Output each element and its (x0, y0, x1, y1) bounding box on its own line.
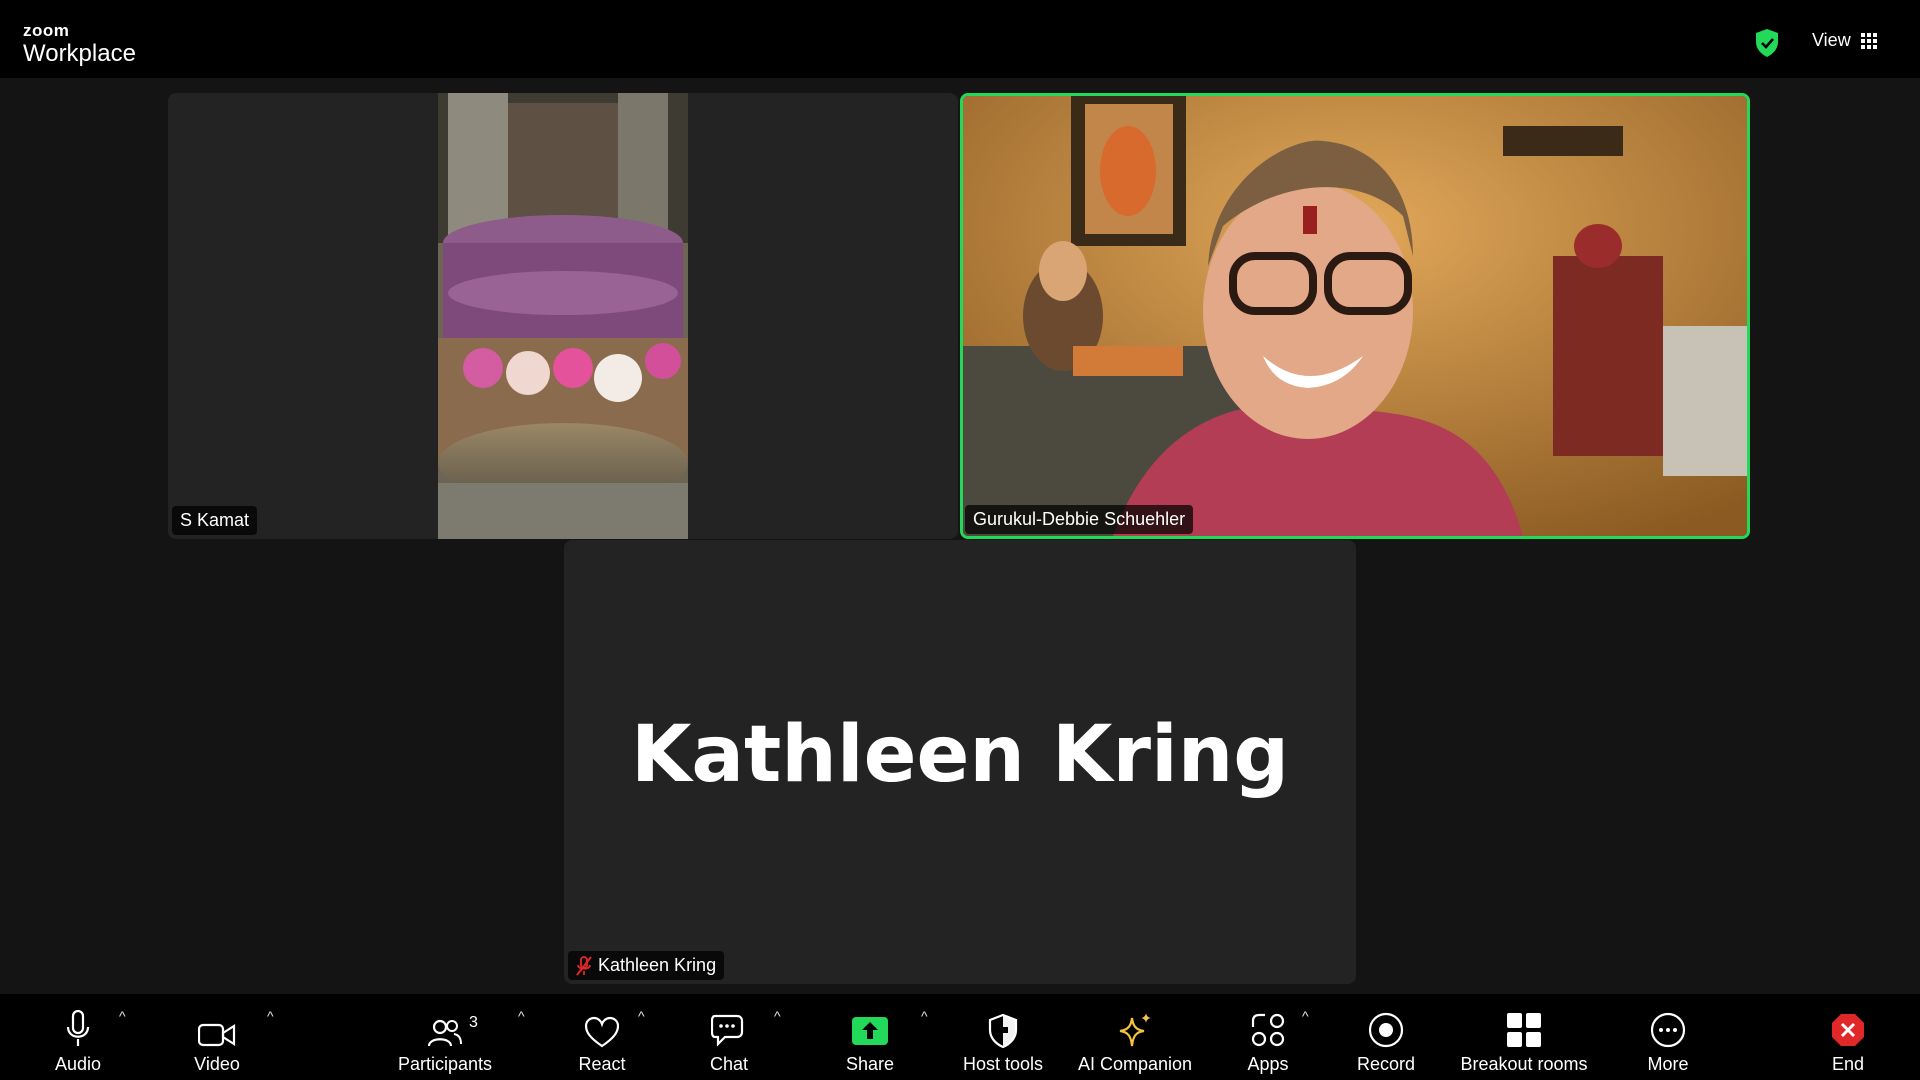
logo-big-text: Workplace (23, 40, 136, 67)
breakout-rooms-label: Breakout rooms (1460, 1054, 1588, 1074)
host-tools-button[interactable]: Host tools (958, 994, 1048, 1080)
chat-label: Chat (709, 1054, 749, 1074)
muted-mic-icon (576, 955, 592, 976)
end-label: End (1831, 1054, 1865, 1074)
ai-sparkle-icon (1119, 1013, 1151, 1047)
host-tools-label: Host tools (962, 1054, 1044, 1074)
record-button[interactable]: Record (1350, 994, 1422, 1080)
participants-count: 3 (469, 1014, 478, 1031)
participants-options-caret-icon[interactable]: ^ (518, 1008, 525, 1024)
audio-options-caret-icon[interactable]: ^ (119, 1008, 126, 1024)
share-options-caret-icon[interactable]: ^ (921, 1008, 928, 1024)
more-options-icon (1650, 1012, 1686, 1048)
participant-name: S Kamat (180, 510, 250, 530)
participant-name: Kathleen Kring (598, 955, 717, 975)
video-label: Video (194, 1054, 240, 1074)
video-options-caret-icon[interactable]: ^ (267, 1008, 274, 1024)
chat-bubble-icon (711, 1014, 744, 1047)
heart-icon (584, 1016, 620, 1048)
apps-button[interactable]: Apps (1240, 994, 1296, 1080)
video-camera-icon (198, 1023, 236, 1047)
record-icon (1368, 1012, 1404, 1048)
debbie-video (963, 96, 1747, 536)
security-shield-icon[interactable] (1754, 28, 1780, 58)
participant-name: Gurukul-Debbie Schuehler (973, 509, 1186, 529)
participant-name-tag: S Kamat (172, 506, 258, 535)
ai-companion-button[interactable]: AI Companion (1072, 994, 1198, 1080)
apps-label: Apps (1247, 1054, 1289, 1074)
record-label: Record (1356, 1054, 1416, 1074)
chat-options-caret-icon[interactable]: ^ (774, 1008, 781, 1024)
share-label: Share (845, 1054, 895, 1074)
end-close-icon (1832, 1014, 1864, 1046)
breakout-rooms-button[interactable]: Breakout rooms (1454, 994, 1594, 1080)
host-tools-shield-icon (988, 1014, 1018, 1048)
apps-options-caret-icon[interactable]: ^ (1302, 1008, 1309, 1024)
chat-button[interactable]: Chat (700, 994, 758, 1080)
participants-label: Participants (397, 1054, 493, 1074)
react-label: React (578, 1054, 626, 1074)
microphone-icon (66, 1010, 90, 1046)
apps-icon (1251, 1013, 1285, 1047)
video-tile-kathleen-kring[interactable]: Kathleen Kring Kathleen Kring (564, 540, 1356, 984)
react-button[interactable]: React (570, 994, 634, 1080)
grid-view-icon (1860, 32, 1877, 49)
video-button[interactable]: Video (180, 994, 254, 1080)
share-button[interactable]: Share (836, 994, 904, 1080)
view-button[interactable]: View (1812, 30, 1877, 51)
logo-small-text: zoom (23, 21, 70, 40)
audio-button[interactable]: Audio (42, 994, 114, 1080)
participants-button[interactable]: Participants (390, 994, 500, 1080)
view-label: View (1812, 30, 1851, 50)
meeting-toolbar: Audio ^ Video ^ Participants 3 ^ React ^… (0, 994, 1920, 1080)
video-tile-s-kamat[interactable]: S Kamat (168, 93, 958, 539)
react-options-caret-icon[interactable]: ^ (638, 1008, 645, 1024)
end-meeting-button[interactable]: End (1826, 994, 1870, 1080)
participant-display-name: Kathleen Kring (630, 710, 1290, 800)
participant-name-tag: Kathleen Kring (568, 951, 725, 980)
audio-label: Audio (54, 1054, 102, 1074)
breakout-rooms-icon (1507, 1013, 1541, 1047)
share-screen-icon (852, 1017, 888, 1045)
participants-icon (428, 1019, 462, 1047)
s-kamat-video (438, 93, 688, 539)
participant-name-tag: Gurukul-Debbie Schuehler (965, 505, 1194, 534)
top-bar: zoom Workplace View (0, 0, 1920, 78)
more-button[interactable]: More (1640, 994, 1696, 1080)
ai-companion-label: AI Companion (1077, 1054, 1193, 1074)
video-tile-debbie-schuehler[interactable]: Gurukul-Debbie Schuehler (960, 93, 1750, 539)
more-label: More (1647, 1054, 1689, 1074)
zoom-workplace-logo: zoom Workplace (23, 22, 136, 68)
